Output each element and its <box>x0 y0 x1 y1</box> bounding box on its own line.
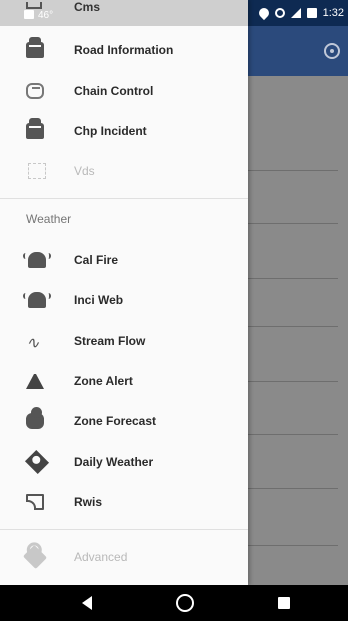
drawer-item-label: Inci Web <box>74 293 124 307</box>
drawer-item-label: Cal Fire <box>74 253 119 267</box>
list-divider <box>248 381 338 382</box>
my-location-icon[interactable] <box>324 43 340 59</box>
list-divider <box>248 326 338 327</box>
clock: 1:32 <box>322 7 344 19</box>
link-icon <box>26 83 44 99</box>
section-header-weather: Weather <box>26 212 72 226</box>
drawer-item-label: Zone Alert <box>74 374 133 388</box>
sun-icon <box>24 449 50 475</box>
drawer-item-label: Rwis <box>74 495 103 509</box>
section-divider <box>0 529 248 530</box>
drawer-item-chp-incident[interactable]: Chp Incident <box>0 111 248 151</box>
location-icon <box>256 5 271 21</box>
home-icon[interactable] <box>176 594 194 612</box>
drawer-item-label: Vds <box>74 164 95 178</box>
drawer-item-road-information[interactable]: Road Information <box>0 30 248 70</box>
list-divider <box>248 488 338 489</box>
back-icon[interactable] <box>82 596 92 610</box>
drawer-item-label: Chp Incident <box>74 124 147 138</box>
drawer-item-rwis[interactable]: Rwis <box>0 482 248 522</box>
drawer-item-label: Advanced <box>74 550 128 564</box>
drawer-item-daily-weather[interactable]: Daily Weather <box>0 442 248 482</box>
section-divider <box>0 198 248 199</box>
drawer-item-zone-forecast[interactable]: Zone Forecast <box>0 401 248 441</box>
drawer-item-vds[interactable]: Vds <box>0 151 248 191</box>
drawer-item-label: Daily Weather <box>74 455 154 469</box>
drawer-item-stream-flow[interactable]: ∿ Stream Flow <box>0 321 248 361</box>
temperature: 46° <box>38 10 54 21</box>
drawer-item-label: Road Information <box>74 43 174 57</box>
image-notification-icon <box>24 10 34 19</box>
drawer-item-label: Chain Control <box>74 84 154 98</box>
cms-icon <box>26 2 42 9</box>
alarm-icon <box>274 8 285 18</box>
scan-icon <box>28 163 46 179</box>
list-divider <box>248 545 338 546</box>
alert-bell-icon <box>23 252 51 268</box>
list-divider <box>248 223 338 224</box>
drawer-status-area: 46° Cms <box>0 0 248 26</box>
warning-triangle-icon <box>26 373 44 389</box>
drawer-item-label: Zone Forecast <box>74 414 157 428</box>
recents-icon[interactable] <box>278 597 290 609</box>
drawer-item-label: Stream Flow <box>74 334 146 348</box>
status-icons: 1:32 <box>256 0 348 26</box>
car-icon <box>26 118 44 139</box>
list-divider <box>248 434 338 435</box>
battery-icon <box>306 8 317 18</box>
drawer-item-cal-fire[interactable]: Cal Fire <box>0 240 248 280</box>
wave-icon: ∿ <box>26 335 40 352</box>
system-navigation-bar <box>0 585 348 621</box>
alert-bell-icon <box>23 292 51 308</box>
list-divider <box>248 170 338 171</box>
cloud-icon <box>26 407 44 429</box>
signal-icon <box>290 8 301 18</box>
navigation-drawer: 46° Cms Road Information Chain Control C… <box>0 0 248 585</box>
car-icon <box>26 37 44 58</box>
drawer-item-inci-web[interactable]: Inci Web <box>0 280 248 320</box>
cast-icon <box>26 494 44 510</box>
drawer-item-cms[interactable]: Cms <box>74 0 100 14</box>
list-divider <box>248 278 338 279</box>
drawer-item-advanced[interactable]: Advanced <box>0 537 248 577</box>
drawer-item-zone-alert[interactable]: Zone Alert <box>0 361 248 401</box>
wrench-icon <box>22 544 48 570</box>
drawer-item-chain-control[interactable]: Chain Control <box>0 71 248 111</box>
